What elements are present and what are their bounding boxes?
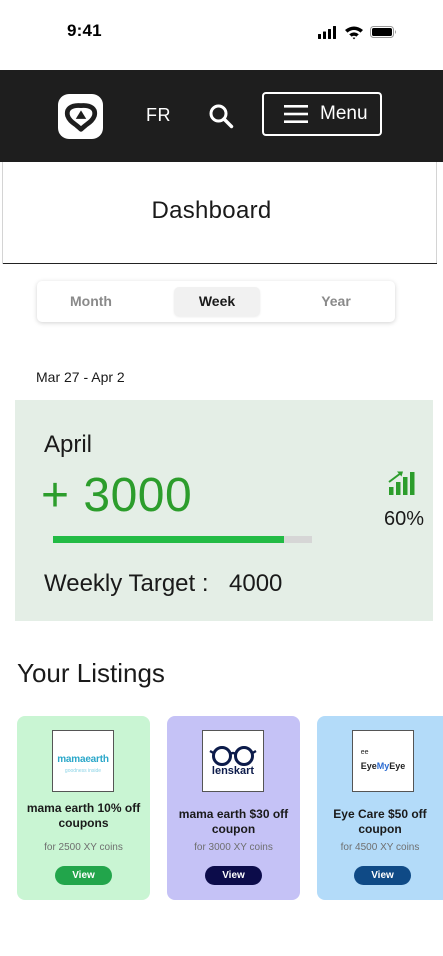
search-icon[interactable] xyxy=(208,103,234,129)
brand-name: lenskart xyxy=(211,765,255,777)
cellular-signal-icon xyxy=(318,26,336,39)
listing-name: mama earth $30 off coupon xyxy=(178,807,289,836)
status-icons xyxy=(318,26,396,40)
weekly-target-value: 4000 xyxy=(229,570,283,597)
listing-name: Eye Care $50 off coupon xyxy=(333,807,427,836)
divider xyxy=(436,162,437,264)
listing-card[interactable]: lenskart mama earth $30 off coupon for 3… xyxy=(167,716,300,900)
signal-growth-icon xyxy=(388,471,415,495)
tab-week[interactable]: Week xyxy=(174,287,260,316)
growth-percent: 60% xyxy=(384,508,425,530)
hamburger-menu-icon xyxy=(284,105,308,123)
brand-name: mamaearth xyxy=(57,753,109,765)
date-range: Mar 27 - Apr 2 xyxy=(36,369,125,385)
listing-name: mama earth 10% off coupons xyxy=(26,801,141,830)
title-divider xyxy=(3,263,437,264)
menu-label: Menu xyxy=(320,103,368,124)
listing-card[interactable]: mamaearth goodness inside mama earth 10%… xyxy=(17,716,150,900)
status-time: 9:41 xyxy=(67,21,102,40)
tab-month[interactable]: Month xyxy=(55,287,127,316)
menu-button[interactable]: Menu xyxy=(262,92,382,136)
brand-logo: lenskart xyxy=(202,730,264,792)
progress-fill xyxy=(53,536,284,543)
listing-price: for 2500 XY coins xyxy=(44,842,123,853)
listing-card[interactable]: ee EyeMyEye Eye Care $50 off coupon for … xyxy=(317,716,443,900)
home-logo[interactable] xyxy=(58,94,103,139)
listing-price: for 4500 XY coins xyxy=(340,842,420,853)
brand-logo: mamaearth goodness inside xyxy=(52,730,114,792)
listings-title: Your Listings xyxy=(17,658,165,688)
view-button[interactable]: View xyxy=(55,866,112,885)
view-button[interactable]: View xyxy=(354,866,411,885)
page-title: Dashboard xyxy=(151,197,272,224)
wifi-icon xyxy=(345,26,363,40)
trillium-logo-icon xyxy=(64,102,97,132)
battery-icon xyxy=(370,26,396,38)
summary-amount: + 3000 xyxy=(41,469,193,522)
listing-price: for 3000 XY coins xyxy=(194,842,273,853)
glasses-icon xyxy=(209,746,257,766)
period-tabs: Month Week Year xyxy=(37,281,395,322)
tab-year[interactable]: Year xyxy=(299,287,373,316)
summary-month: April xyxy=(44,431,93,458)
weekly-target-label: Weekly Target : xyxy=(44,570,209,597)
language-toggle[interactable]: FR xyxy=(146,105,171,126)
brand-tagline: goodness inside xyxy=(64,767,102,774)
brand-logo: ee EyeMyEye xyxy=(352,730,414,792)
brand-name: EyeMyEye xyxy=(360,760,406,771)
view-button[interactable]: View xyxy=(205,866,262,885)
brand-mark: ee xyxy=(360,748,369,756)
